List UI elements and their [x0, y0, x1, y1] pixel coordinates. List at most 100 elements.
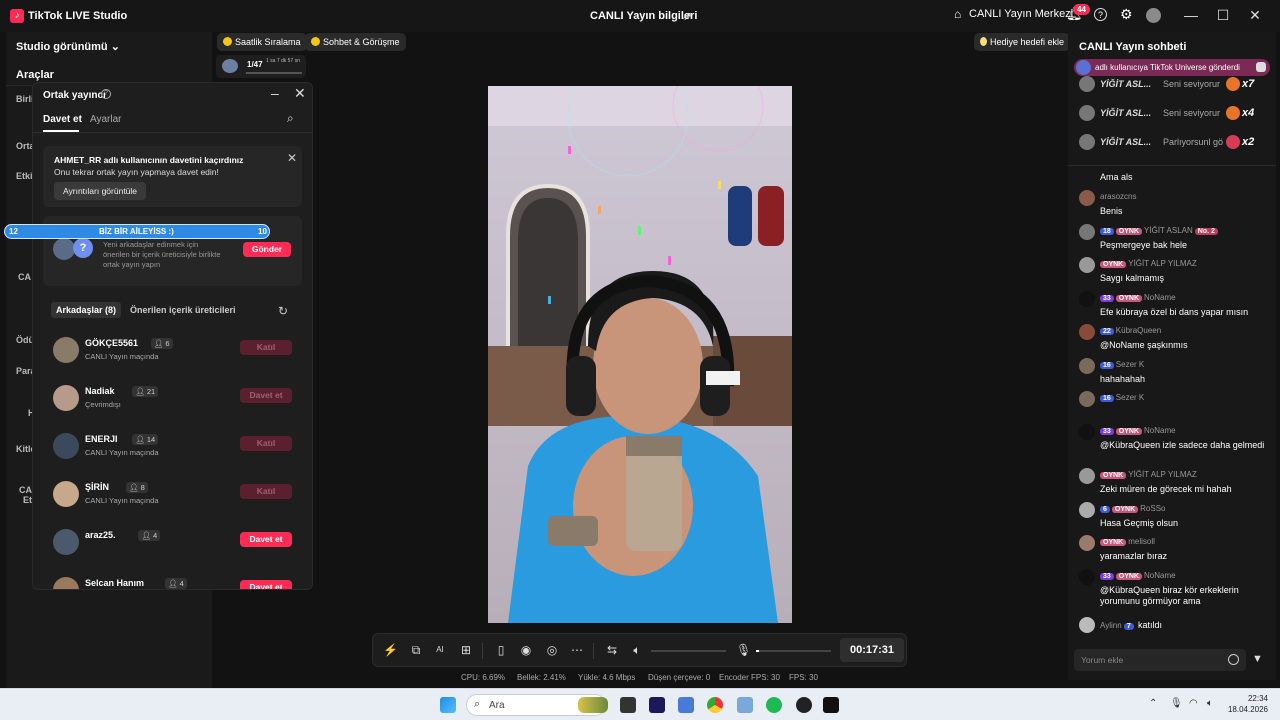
- maximize-icon[interactable]: ☐: [1215, 7, 1231, 23]
- chat-meet-pill[interactable]: Sohbet & Görüşme: [305, 33, 406, 51]
- refresh-icon[interactable]: ↻: [278, 304, 288, 318]
- friend-action-button[interactable]: Davet et: [240, 532, 292, 547]
- gift-row: YİĞİT ASL... Seni seviyorur x4: [1079, 104, 1269, 124]
- message-meta: 33 OYNK NoName: [1100, 426, 1176, 435]
- tab-invite[interactable]: Davet et: [43, 114, 82, 125]
- tab-friends[interactable]: Arkadaşlar (8): [51, 302, 122, 318]
- windows-start-icon[interactable]: [440, 697, 456, 713]
- gift-icon: [1256, 62, 1266, 72]
- after-effects-icon[interactable]: [649, 697, 665, 713]
- friend-action-button[interactable]: Davet et: [240, 580, 292, 589]
- chat-icon: [311, 37, 320, 46]
- share-icon[interactable]: ⇗: [682, 9, 692, 23]
- close-icon[interactable]: ✕: [287, 151, 297, 165]
- gift-row: YİĞİT ASL... Parlıyorsunl gö x2: [1079, 133, 1269, 153]
- avatar: [1079, 391, 1095, 407]
- message-body: Peşmergeye bak hele: [1100, 240, 1188, 250]
- hourly-ranking-pill[interactable]: Saatlik Sıralama: [217, 33, 307, 51]
- friend-action-button[interactable]: Katıl: [240, 436, 292, 451]
- message-body: Ama als: [1100, 172, 1133, 182]
- magic-wand-icon[interactable]: ⚡: [383, 643, 398, 657]
- chrome-icon[interactable]: [707, 697, 723, 713]
- live-center-link[interactable]: CANLI Yayın Merkezi: [969, 8, 1073, 20]
- message-body: @KübraQueen izle sadece daha gelmedi: [1100, 440, 1265, 450]
- microphone-icon[interactable]: 🎙︎: [736, 643, 751, 657]
- username[interactable]: arasozcns: [1100, 192, 1136, 201]
- file-explorer-icon[interactable]: [620, 697, 636, 713]
- app-icon[interactable]: [737, 697, 753, 713]
- help-icon[interactable]: ?: [101, 89, 111, 99]
- username[interactable]: YİĞİT ALP YILMAZ: [1128, 259, 1196, 268]
- studio-view-dropdown[interactable]: Studio görünümü ⌄: [16, 40, 120, 53]
- avatar: [1079, 535, 1095, 551]
- username[interactable]: YİĞİT ASLAN: [1144, 226, 1193, 235]
- mic-slider[interactable]: [756, 650, 831, 652]
- chevron-up-icon[interactable]: ⌃: [1149, 698, 1157, 709]
- phone-icon[interactable]: ▯: [494, 643, 508, 657]
- username[interactable]: NoName: [1144, 571, 1176, 580]
- video-preview: [488, 86, 792, 623]
- volume-slider[interactable]: [651, 650, 726, 652]
- gift-goal-pill[interactable]: Hediye hedefi ekle: [974, 33, 1071, 51]
- close-icon[interactable]: ✕: [294, 85, 306, 102]
- live-timer: 00:17:31: [840, 638, 904, 662]
- friend-row: araz25. 👤︎ 4 Davet et: [43, 525, 303, 565]
- gear-icon[interactable]: ⚙: [1120, 6, 1133, 23]
- rank-widget[interactable]: 1/47 1 sa 7 dk 57 sn: [216, 55, 306, 78]
- minimize-icon[interactable]: –: [271, 85, 279, 101]
- widget-icon[interactable]: [578, 697, 608, 713]
- message-body: Hasa Geçmiş olsun: [1100, 518, 1179, 528]
- search-icon[interactable]: ⌕: [287, 111, 294, 126]
- screen-capture-icon[interactable]: ⧉: [409, 643, 423, 658]
- more-icon[interactable]: ⋯: [570, 643, 584, 657]
- close-icon[interactable]: ✕: [1247, 7, 1263, 23]
- friend-action-button[interactable]: Davet et: [240, 388, 292, 403]
- level-badge: 33: [1100, 573, 1114, 580]
- tiktok-icon[interactable]: [823, 697, 839, 713]
- username[interactable]: KübraQueen: [1116, 326, 1161, 335]
- app-icon[interactable]: [796, 697, 812, 713]
- record-icon[interactable]: ◉: [519, 643, 533, 657]
- gift-sender: YİĞİT ASL...: [1100, 108, 1152, 118]
- speaker-icon[interactable]: 🔈︎: [1207, 698, 1213, 709]
- wifi-icon[interactable]: ◠: [1189, 698, 1198, 709]
- fan-badge: OYNK: [1111, 506, 1139, 513]
- layout-icon[interactable]: ⊞: [459, 643, 473, 657]
- encoder-fps-stat: Encoder FPS: 30: [719, 673, 780, 682]
- send-button[interactable]: Gönder: [243, 242, 291, 257]
- username[interactable]: YİĞİT ALP YILMAZ: [1128, 470, 1196, 479]
- username[interactable]: NoName: [1144, 426, 1176, 435]
- minimize-icon[interactable]: —: [1183, 7, 1199, 23]
- view-details-button[interactable]: Ayrıntıları görüntüle: [54, 182, 147, 200]
- friend-name: Selcan Hanım: [85, 578, 145, 588]
- dialog-title: Ortak yayıncı: [43, 90, 106, 101]
- avatar: [1079, 424, 1095, 440]
- home-icon[interactable]: ⌂: [954, 7, 961, 21]
- filter-icon[interactable]: ▼: [1252, 653, 1263, 665]
- comment-input[interactable]: Yorum ekle: [1074, 649, 1246, 671]
- ai-icon[interactable]: AI: [433, 645, 447, 654]
- avatar: [1079, 76, 1095, 92]
- username[interactable]: Sezer K: [1116, 360, 1144, 369]
- camera-icon[interactable]: ◎: [545, 643, 559, 657]
- tab-suggested[interactable]: Önerilen içerik üreticileri: [130, 305, 236, 315]
- microphone-icon[interactable]: 🎙︎: [1170, 698, 1183, 709]
- tab-settings[interactable]: Ayarlar: [90, 114, 122, 125]
- clock[interactable]: 22:34 18.04.2026: [1226, 693, 1268, 715]
- audio-settings-icon[interactable]: ⇆: [605, 643, 619, 657]
- speaker-icon[interactable]: 🔈︎: [630, 643, 644, 658]
- gift-multiplier: x2: [1242, 136, 1255, 148]
- avatar[interactable]: [1146, 8, 1161, 23]
- mail-icon[interactable]: [678, 697, 694, 713]
- message-meta: Aylinn 7 katıldı: [1100, 620, 1163, 630]
- username[interactable]: NoName: [1144, 293, 1176, 302]
- emoji-icon[interactable]: [1228, 654, 1239, 665]
- spotify-icon[interactable]: [766, 697, 782, 713]
- username[interactable]: Sezer K: [1116, 393, 1144, 402]
- friend-action-button[interactable]: Katıl: [240, 340, 292, 355]
- username[interactable]: RoSSo: [1140, 504, 1165, 513]
- friend-action-button[interactable]: Katıl: [240, 484, 292, 499]
- help-icon[interactable]: ?: [1094, 8, 1107, 21]
- username[interactable]: melisoll: [1128, 537, 1155, 546]
- person-icon: 👤︎: [168, 579, 178, 588]
